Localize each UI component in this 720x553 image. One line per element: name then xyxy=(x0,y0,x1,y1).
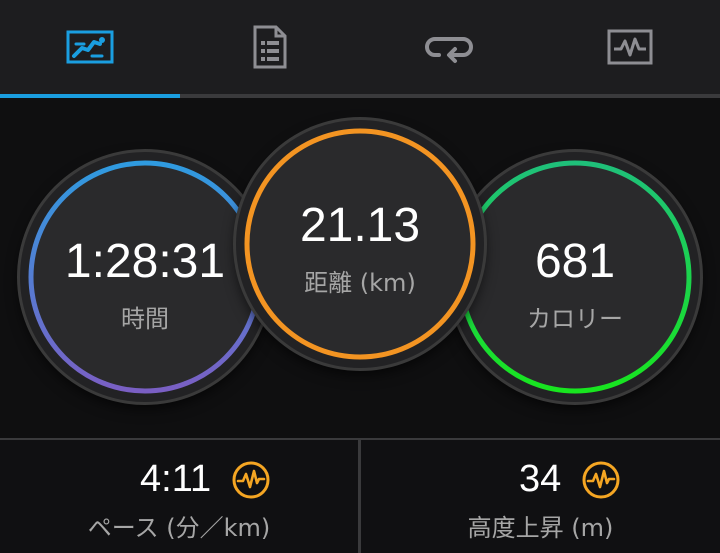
calories-metric-ring[interactable]: 681 カロリー xyxy=(450,152,700,402)
time-value: 1:28:31 xyxy=(64,235,226,288)
elevation-label: 高度上昇 (m) xyxy=(467,514,614,542)
tab-laps[interactable] xyxy=(360,0,540,94)
tab-details[interactable] xyxy=(180,0,360,94)
run-summary-icon xyxy=(66,30,114,64)
calories-value: 681 xyxy=(534,235,616,288)
summary-metrics: 1:28:31 時間 681 カロリー 21.13 距離 (km) xyxy=(0,98,720,438)
pace-label: ペース (分／km) xyxy=(87,514,271,542)
heart-rate-icon xyxy=(232,461,270,498)
tab-charts[interactable] xyxy=(540,0,720,94)
laps-loop-icon xyxy=(425,37,473,63)
bottom-stats: 4:11 ペース (分／km) 34 高度上昇 (m) xyxy=(0,438,720,553)
distance-value: 21.13 xyxy=(299,199,421,252)
distance-label: 距離 (km) xyxy=(304,269,416,297)
distance-metric-ring[interactable]: 21.13 距離 (km) xyxy=(236,120,484,368)
tab-summary[interactable] xyxy=(0,0,180,94)
elevation-value: 34 xyxy=(519,458,562,500)
details-list-icon xyxy=(253,25,287,69)
tab-bar xyxy=(0,0,720,94)
time-label: 時間 xyxy=(121,305,169,333)
chart-graph-icon xyxy=(607,29,653,65)
calories-label: カロリー xyxy=(527,305,623,333)
heart-rate-icon xyxy=(582,461,620,498)
pace-value: 4:11 xyxy=(140,458,212,500)
elevation-stat[interactable]: 34 高度上昇 (m) xyxy=(361,440,720,553)
pace-stat[interactable]: 4:11 ペース (分／km) xyxy=(0,440,358,553)
time-metric-ring[interactable]: 1:28:31 時間 xyxy=(20,152,270,402)
